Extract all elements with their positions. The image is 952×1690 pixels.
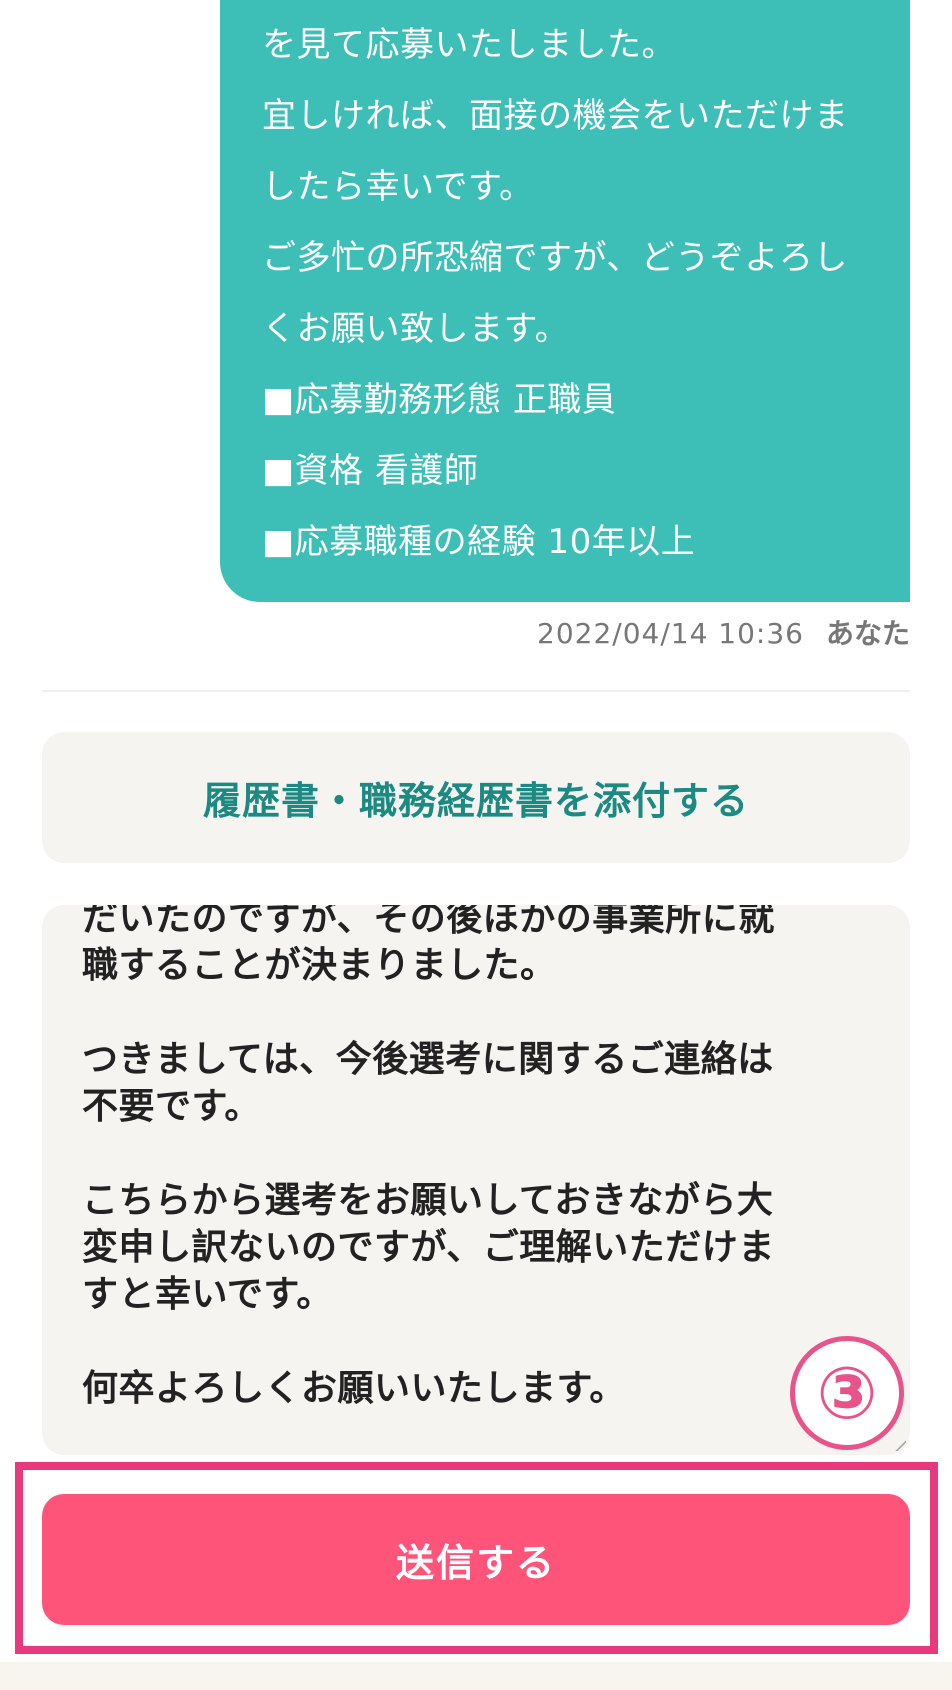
- message-sender: あなた: [825, 617, 910, 650]
- bubble-line: ■応募勤務形態 正職員: [262, 380, 617, 420]
- bubble-line: したら幸いです。: [262, 167, 534, 207]
- message-meta: 2022/04/14 10:36 あなた: [537, 612, 910, 652]
- message-timestamp: 2022/04/14 10:36: [537, 617, 804, 650]
- message-textarea[interactable]: だいたのですが、その後ほかの事業所に就 職することが決まりました。 つきましては…: [42, 905, 910, 1455]
- step-number-badge: ③: [790, 1336, 904, 1450]
- bubble-line: 宜しければ、面接の機会をいただけま: [262, 96, 849, 136]
- send-button[interactable]: 送信する: [42, 1494, 910, 1625]
- bubble-line: ご多忙の所恐縮ですが、どうぞよろし: [262, 238, 848, 278]
- bubble-line: ■応募職種の経験 10年以上: [262, 522, 696, 562]
- divider: [42, 690, 910, 692]
- bubble-line: くお願い致します。: [262, 309, 570, 349]
- message-input-text: だいたのですが、その後ほかの事業所に就 職することが決まりました。 つきましては…: [82, 905, 775, 1409]
- attach-resume-button[interactable]: 履歴書・職務経歴書を添付する: [42, 732, 910, 863]
- bottom-strip: [0, 1662, 952, 1690]
- chat-page: を見て応募いたしました。 宜しければ、面接の機会をいただけま したら幸いです。 …: [0, 0, 952, 1690]
- bubble-line: を見て応募いたしました。: [262, 25, 676, 65]
- bubble-line: ■資格 看護師: [262, 451, 479, 491]
- sent-message-bubble: を見て応募いたしました。 宜しければ、面接の機会をいただけま したら幸いです。 …: [220, 0, 910, 602]
- resize-grip-icon[interactable]: [894, 1439, 906, 1451]
